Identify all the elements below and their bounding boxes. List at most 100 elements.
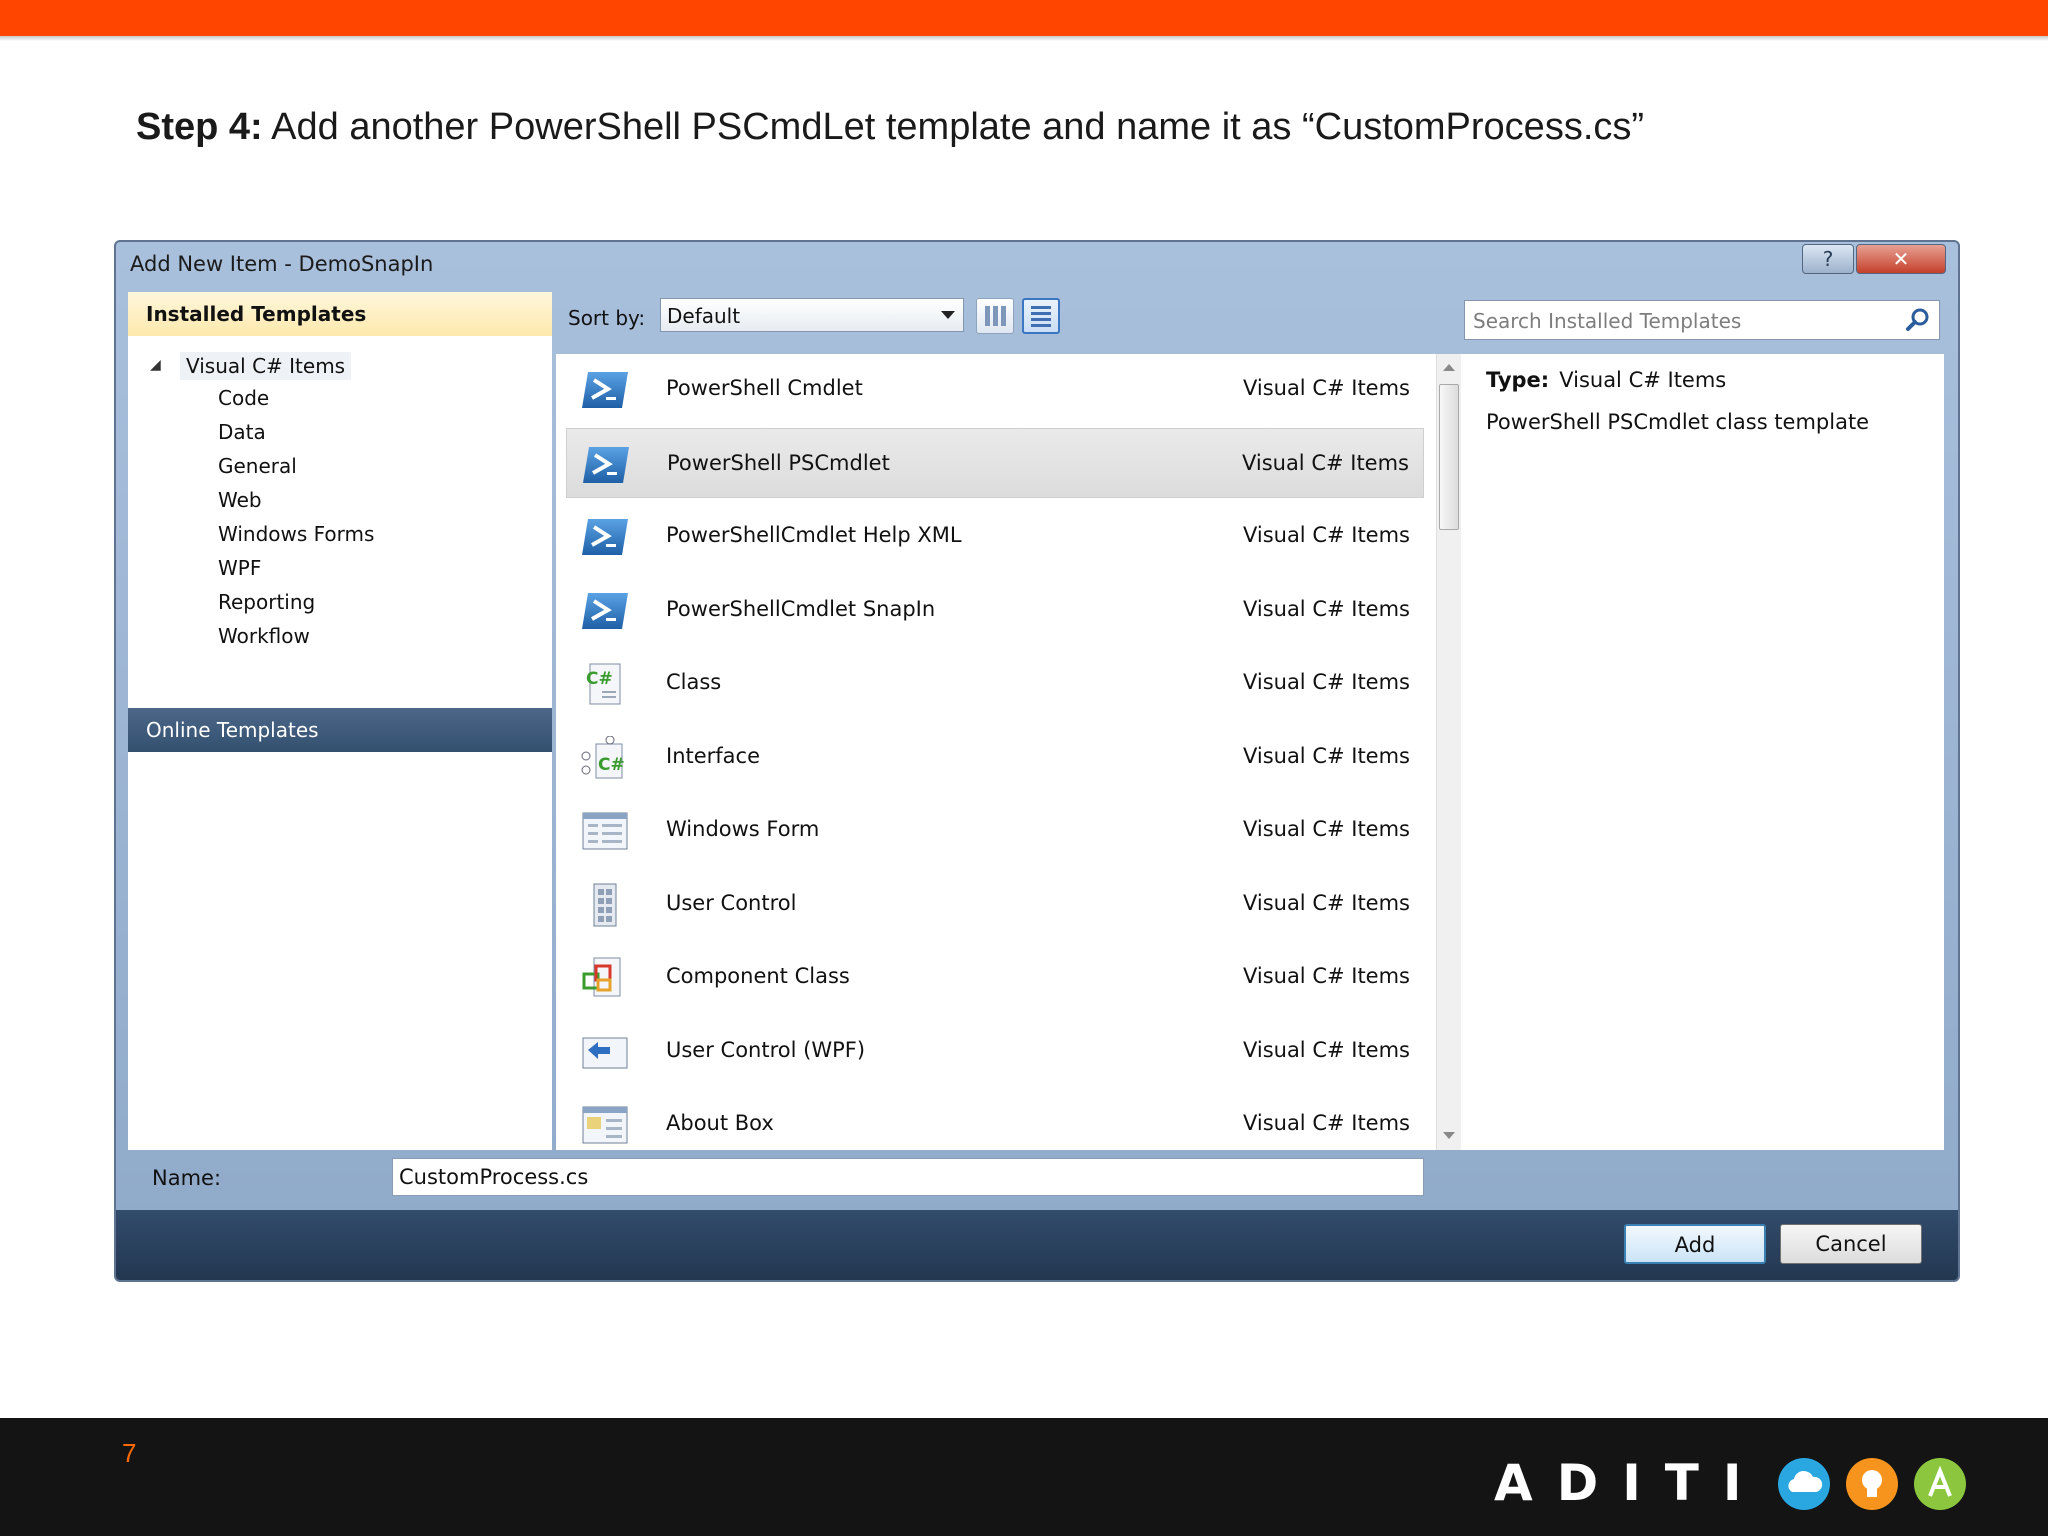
letter-a-logo-icon <box>1914 1458 1966 1510</box>
search-templates-box[interactable] <box>1464 300 1940 340</box>
template-type: Type: Visual C# Items <box>1486 368 1726 392</box>
search-input[interactable] <box>1471 305 1895 337</box>
template-name: User Control (WPF) <box>666 1037 866 1062</box>
wpf-user-control-icon <box>580 1030 630 1074</box>
powershell-icon-graphic <box>582 592 628 629</box>
close-button[interactable]: ✕ <box>1856 244 1946 274</box>
list-view-icon <box>1031 306 1051 327</box>
template-type-cell: Visual C# Items <box>1242 596 1410 621</box>
scroll-down-arrow-icon[interactable] <box>1443 1132 1455 1139</box>
wpf-user-control-icon-graphic <box>582 1037 628 1068</box>
page-number: 7 <box>122 1438 137 1468</box>
template-categories-pane: Installed Templates ◢ Visual C# Items Co… <box>128 292 552 1150</box>
tree-item-category[interactable]: Web <box>218 488 262 512</box>
step-label: Step 4: <box>136 106 263 148</box>
aditi-logo: ADITI <box>1494 1454 1766 1512</box>
template-name: PowerShell Cmdlet <box>666 376 863 400</box>
tree-item-category[interactable]: Code <box>218 386 269 410</box>
tree-item-category[interactable]: Reporting <box>218 590 315 614</box>
chevron-down-icon <box>941 311 955 319</box>
template-row[interactable]: C# Class Visual C# Items <box>566 648 1424 718</box>
add-button[interactable]: Add <box>1624 1224 1766 1264</box>
template-name: Component Class <box>666 964 850 988</box>
template-list: PowerShell Cmdlet Visual C# Items PowerShe… <box>556 354 1544 1150</box>
template-type-cell: Visual C# Items <box>1242 670 1410 694</box>
scroll-thumb[interactable] <box>1439 384 1459 530</box>
dialog-button-bar: Add Cancel <box>116 1210 1958 1280</box>
template-type-cell: Visual C# Items <box>1242 743 1410 768</box>
online-templates-label: Online Templates <box>146 718 319 742</box>
step-heading: Step 4: Add another PowerShell PSCmdLet … <box>136 106 1644 149</box>
name-row: Name: <box>128 1154 1948 1204</box>
about-box-icon-graphic <box>582 1106 628 1144</box>
svg-text:C#: C# <box>598 755 625 775</box>
template-type-cell: Visual C# Items <box>1242 1037 1410 1062</box>
template-type-cell: Visual C# Items <box>1241 450 1409 475</box>
slide-footer: 7 ADITI <box>0 1418 2048 1536</box>
tree-item-category[interactable]: WPF <box>218 556 261 580</box>
scroll-up-arrow-icon[interactable] <box>1443 364 1455 371</box>
tree-item-visual-csharp-items[interactable]: Visual C# Items <box>180 352 352 380</box>
template-row[interactable]: User Control Visual C# Items <box>566 869 1424 939</box>
installed-templates-label: Installed Templates <box>146 302 367 326</box>
template-row[interactable]: PowerShellCmdlet SnapIn Visual C# Items <box>566 575 1424 645</box>
template-row[interactable]: C# Interface Visual C# Items <box>566 722 1424 792</box>
template-list-scrollbar[interactable] <box>1436 354 1461 1150</box>
template-name: PowerShell PSCmdlet <box>667 450 890 475</box>
powershell-icon <box>580 515 630 559</box>
powershell-icon <box>580 368 630 412</box>
template-row[interactable]: PowerShell Cmdlet Visual C# Items <box>566 354 1424 424</box>
user-control-icon-graphic <box>593 883 617 926</box>
template-type-cell: Visual C# Items <box>1242 890 1410 915</box>
template-row[interactable]: User Control (WPF) Visual C# Items <box>566 1016 1424 1086</box>
close-icon: ✕ <box>1892 247 1910 271</box>
sort-by-value: Default <box>667 304 741 328</box>
add-new-item-dialog: Add New Item - DemoSnapIn ? ✕ Installed … <box>114 240 1960 1282</box>
template-type-cell: Visual C# Items <box>1242 376 1410 400</box>
template-name: Interface <box>666 743 761 768</box>
powershell-icon <box>581 443 631 487</box>
template-row[interactable]: PowerShell PSCmdlet Visual C# Items <box>566 427 1424 498</box>
template-row[interactable]: About Box Visual C# Items <box>566 1089 1424 1150</box>
template-row[interactable]: PowerShellCmdlet Help XML Visual C# Items <box>566 501 1424 571</box>
template-name: Windows Form <box>666 817 820 841</box>
sort-by-label: Sort by: <box>568 306 646 330</box>
small-icons-view-button[interactable] <box>976 298 1014 334</box>
online-templates-header[interactable]: Online Templates <box>128 708 552 752</box>
cloud-logo-icon <box>1778 1458 1830 1510</box>
template-name: PowerShellCmdlet Help XML <box>666 523 962 547</box>
search-icon[interactable] <box>1905 307 1931 333</box>
tree-item-category[interactable]: Windows Forms <box>218 522 374 546</box>
cancel-button[interactable]: Cancel <box>1780 1224 1922 1264</box>
template-details-pane: Type: Visual C# Items PowerShell PSCmdlet… <box>1468 354 1944 1150</box>
tree-expand-arrow-icon[interactable]: ◢ <box>150 356 161 373</box>
step-text: Add another PowerShell PSCmdLet template… <box>262 106 1645 148</box>
help-button[interactable]: ? <box>1802 244 1854 274</box>
csharp-interface-icon-graphic: C# <box>581 735 625 778</box>
name-label: Name: <box>152 1166 222 1190</box>
grid-view-icon <box>985 306 1006 326</box>
component-class-icon <box>580 956 630 1000</box>
dialog-title: Add New Item - DemoSnapIn <box>130 252 434 276</box>
csharp-class-icon-graphic: C# <box>586 663 621 705</box>
template-type-label: Type: <box>1486 368 1550 392</box>
details-view-button[interactable] <box>1022 298 1060 334</box>
tree-item-category[interactable]: Workflow <box>218 624 310 648</box>
tree-item-category[interactable]: General <box>218 454 297 478</box>
template-row[interactable]: Component Class Visual C# Items <box>566 942 1424 1012</box>
template-type-cell: Visual C# Items <box>1242 523 1410 547</box>
tree-item-category[interactable]: Data <box>218 420 266 444</box>
svg-text:C#: C# <box>586 669 613 689</box>
template-name: Class <box>666 670 722 694</box>
powershell-icon-graphic <box>582 519 628 555</box>
csharp-interface-icon: C# <box>580 735 630 780</box>
name-input[interactable] <box>392 1158 1424 1196</box>
installed-templates-header[interactable]: Installed Templates <box>128 292 552 336</box>
user-control-icon <box>580 883 630 927</box>
template-row[interactable]: Windows Form Visual C# Items <box>566 795 1424 865</box>
template-type-cell: Visual C# Items <box>1242 1111 1410 1135</box>
about-box-icon <box>580 1103 630 1147</box>
sort-by-dropdown[interactable]: Default <box>660 298 964 332</box>
template-type-value: Visual C# Items <box>1559 368 1727 392</box>
component-class-icon-graphic <box>582 957 621 997</box>
